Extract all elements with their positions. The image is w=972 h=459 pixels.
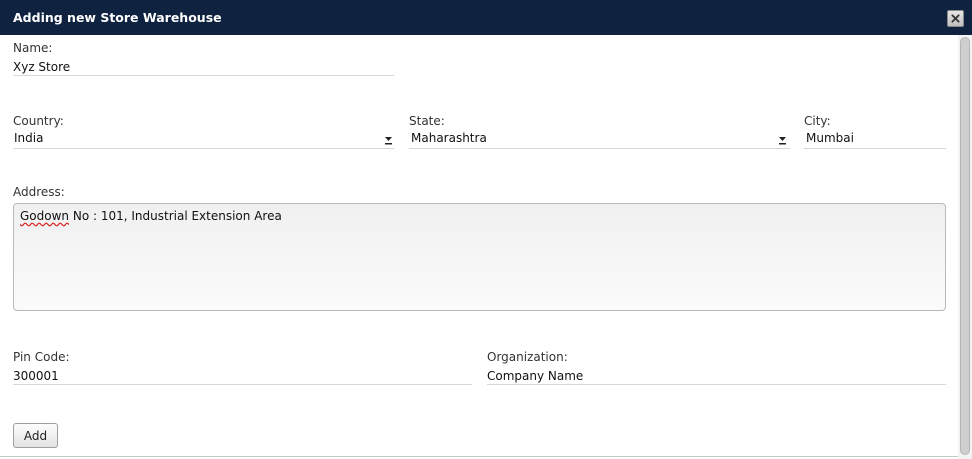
country-dropdown-arrow-icon[interactable] — [383, 132, 394, 145]
state-field-underline — [409, 148, 790, 149]
dialog-titlebar: Adding new Store Warehouse — [0, 0, 972, 35]
name-input[interactable]: Xyz Store — [13, 60, 70, 74]
address-misspelled-word: Godown — [20, 209, 70, 223]
close-icon — [951, 14, 960, 23]
add-button[interactable]: Add — [13, 423, 58, 448]
pin-code-field-underline — [13, 384, 472, 385]
country-field-underline — [13, 148, 394, 149]
state-select[interactable]: Maharashtra — [411, 131, 487, 145]
organization-field-underline — [487, 384, 946, 385]
address-text: No : 101, Industrial Extension Area — [69, 209, 282, 223]
city-label: City: — [804, 114, 831, 128]
state-dropdown-arrow-icon[interactable] — [777, 132, 788, 145]
pin-code-label: Pin Code: — [13, 350, 70, 364]
close-button[interactable] — [947, 10, 964, 27]
state-label: State: — [409, 114, 445, 128]
name-label: Name: — [13, 41, 53, 55]
dialog-bottom-border — [0, 456, 958, 457]
pin-code-input[interactable]: 300001 — [13, 369, 59, 383]
address-label: Address: — [13, 185, 65, 199]
scrollbar-thumb[interactable] — [960, 37, 970, 455]
organization-label: Organization: — [487, 350, 568, 364]
city-field-underline — [804, 148, 946, 149]
vertical-scrollbar[interactable] — [958, 35, 972, 459]
organization-input[interactable]: Company Name — [487, 369, 583, 383]
name-field-underline — [13, 75, 394, 76]
address-textarea[interactable]: Godown No : 101, Industrial Extension Ar… — [13, 203, 946, 311]
country-label: Country: — [13, 114, 64, 128]
add-store-warehouse-dialog: Adding new Store Warehouse Name: Xyz Sto… — [0, 0, 972, 459]
dialog-title: Adding new Store Warehouse — [13, 10, 222, 25]
city-input[interactable]: Mumbai — [806, 131, 854, 145]
country-select[interactable]: India — [14, 131, 43, 145]
